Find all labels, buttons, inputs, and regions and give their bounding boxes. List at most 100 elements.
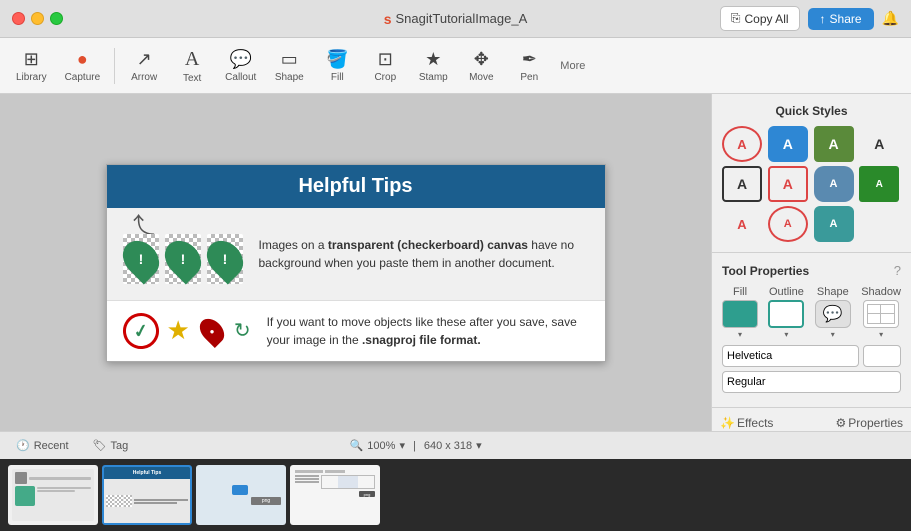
copy-icon: ⎘ bbox=[731, 11, 741, 26]
style-green-square[interactable]: A bbox=[814, 126, 854, 162]
canvas-area[interactable]: Helpful Tips ⤴ ! bbox=[0, 94, 711, 431]
style-red-text[interactable]: A bbox=[722, 206, 762, 242]
image-body-top: ⤴ ! bbox=[107, 208, 605, 301]
toolbar: ⊞ Library ● Capture ↗ Arrow A Text 💬 Cal… bbox=[0, 38, 911, 94]
image-text-bottom: If you want to move objects like these a… bbox=[267, 313, 589, 349]
outline-swatch[interactable] bbox=[768, 300, 804, 328]
fill-icon: 🪣 bbox=[326, 49, 348, 70]
quick-styles-title: Quick Styles bbox=[722, 104, 901, 118]
filmstrip-thumb-2[interactable]: Helpful Tips bbox=[102, 465, 192, 525]
text-icon: A bbox=[185, 48, 199, 71]
tool-library[interactable]: ⊞ Library bbox=[8, 45, 55, 87]
tool-text[interactable]: A Text bbox=[169, 44, 215, 88]
style-cloud-blue[interactable]: A bbox=[814, 166, 854, 202]
help-icon[interactable]: ? bbox=[894, 263, 901, 278]
tool-properties-section: Tool Properties ? Fill ▾ Outline ▾ Shape… bbox=[712, 253, 911, 408]
more-tools-button[interactable]: More bbox=[554, 56, 591, 76]
font-size-select[interactable] bbox=[863, 345, 901, 367]
fill-chevron: ▾ bbox=[738, 330, 742, 339]
style-boxed-red[interactable]: A bbox=[768, 166, 808, 202]
props-header: Tool Properties ? bbox=[722, 263, 901, 278]
style-green-label[interactable]: A bbox=[859, 166, 899, 202]
titlebar: s SnagitTutorialImage_A ⎘ Copy All ↑ Sha… bbox=[0, 0, 911, 38]
shape-prop: Shape 💬 ▾ bbox=[815, 286, 851, 339]
titlebar-actions: ⎘ Copy All ↑ Share 🔔 bbox=[720, 6, 899, 31]
style-empty bbox=[859, 206, 899, 242]
zoom-icon: 🔍 bbox=[350, 439, 364, 452]
toolbar-separator bbox=[114, 48, 115, 84]
stamp-icon: ★ bbox=[425, 49, 441, 70]
minimize-button[interactable] bbox=[31, 12, 44, 25]
image-header: Helpful Tips bbox=[107, 165, 605, 208]
tool-pen[interactable]: ✒ Pen bbox=[506, 45, 552, 87]
recent-tab[interactable]: 🕐 Recent bbox=[12, 437, 73, 454]
tag-tab[interactable]: 🏷 Tag bbox=[89, 437, 133, 454]
filmstrip-thumb-4[interactable]: png bbox=[290, 465, 380, 525]
shape-icon: ▭ bbox=[281, 49, 298, 70]
close-button[interactable] bbox=[12, 12, 25, 25]
shape-swatch[interactable]: 💬 bbox=[815, 300, 851, 328]
filmstrip-thumb-3[interactable]: png bbox=[196, 465, 286, 525]
bottom-actions: ✨ Effects ⚙ Properties bbox=[712, 408, 911, 431]
image-frame: Helpful Tips ⤴ ! bbox=[106, 164, 606, 362]
shadow-swatch[interactable] bbox=[863, 300, 899, 328]
shape-chevron: ▾ bbox=[831, 330, 835, 339]
copy-all-button[interactable]: ⎘ Copy All bbox=[720, 6, 800, 31]
filmstrip-thumb-1[interactable] bbox=[8, 465, 98, 525]
style-red-callout[interactable]: A bbox=[722, 126, 762, 162]
zoom-chevron: ▾ bbox=[399, 439, 405, 452]
image-body-bottom: ✓ ★ ● ↻ If you want to move objects like… bbox=[107, 301, 605, 361]
props-labels-row: Fill ▾ Outline ▾ Shape 💬 ▾ Shadow bbox=[722, 286, 901, 339]
maximize-button[interactable] bbox=[50, 12, 63, 25]
tool-props-title: Tool Properties bbox=[722, 264, 894, 278]
tool-stamp[interactable]: ★ Stamp bbox=[410, 45, 456, 87]
font-family-select[interactable]: Helvetica bbox=[722, 345, 859, 367]
outline-prop: Outline ▾ bbox=[768, 286, 804, 339]
status-bar: 🕐 Recent 🏷 Tag 🔍 100% ▾ | 640 x 318 ▾ bbox=[0, 431, 911, 459]
move-icon: ✥ bbox=[474, 49, 489, 70]
tool-fill[interactable]: 🪣 Fill bbox=[314, 45, 360, 87]
style-boxed-black[interactable]: A bbox=[722, 166, 762, 202]
tool-crop[interactable]: ⊡ Crop bbox=[362, 45, 408, 87]
status-left: 🕐 Recent 🏷 Tag bbox=[12, 437, 132, 454]
properties-button[interactable]: ⚙ Properties bbox=[836, 416, 903, 430]
tool-shape[interactable]: ▭ Shape bbox=[266, 45, 312, 87]
window-title: s SnagitTutorialImage_A bbox=[384, 11, 528, 27]
fill-prop: Fill ▾ bbox=[722, 286, 758, 339]
style-red-circle-arrow[interactable]: A bbox=[768, 206, 808, 242]
fill-swatch[interactable] bbox=[722, 300, 758, 328]
style-teal-callout[interactable]: A bbox=[814, 206, 854, 242]
filmstrip: Helpful Tips bbox=[0, 459, 911, 531]
shadow-prop: Shadow ▾ bbox=[861, 286, 901, 339]
effects-button[interactable]: ✨ Effects bbox=[720, 416, 773, 430]
font-style-select[interactable]: Regular bbox=[722, 371, 901, 393]
wand-icon: ✨ bbox=[720, 416, 735, 430]
share-button[interactable]: ↑ Share bbox=[808, 8, 874, 30]
arrow-icon: ↗ bbox=[137, 49, 152, 70]
library-icon: ⊞ bbox=[24, 49, 39, 70]
clock-icon: 🕐 bbox=[16, 439, 30, 452]
title-text: SnagitTutorialImage_A bbox=[396, 11, 528, 26]
style-plain[interactable]: A bbox=[859, 126, 899, 162]
tool-arrow[interactable]: ↗ Arrow bbox=[121, 45, 167, 87]
callout-icon: 💬 bbox=[230, 49, 252, 70]
share-icon: ↑ bbox=[820, 12, 826, 26]
style-blue-callout[interactable]: A bbox=[768, 126, 808, 162]
font-row: Helvetica bbox=[722, 345, 901, 367]
crop-icon: ⊡ bbox=[378, 49, 393, 70]
status-center: 🔍 100% ▾ | 640 x 318 ▾ bbox=[350, 439, 482, 452]
window-controls bbox=[12, 12, 63, 25]
quick-styles-grid: A A A A A A A A A A A bbox=[722, 126, 901, 242]
gear-icon: ⚙ bbox=[836, 416, 847, 430]
capture-icon: ● bbox=[77, 49, 88, 70]
dims-chevron: ▾ bbox=[476, 439, 482, 452]
notifications-icon[interactable]: 🔔 bbox=[882, 10, 899, 27]
quick-styles-section: Quick Styles A A A A A A A A A A A bbox=[712, 94, 911, 253]
tool-callout[interactable]: 💬 Callout bbox=[217, 45, 264, 87]
outline-chevron: ▾ bbox=[784, 330, 788, 339]
tag-icon: 🏷 bbox=[93, 439, 107, 452]
app-logo: s bbox=[384, 11, 392, 27]
tool-capture[interactable]: ● Capture bbox=[57, 45, 109, 87]
checkered-icons: ⤴ ! bbox=[123, 224, 243, 284]
tool-move[interactable]: ✥ Move bbox=[458, 45, 504, 87]
